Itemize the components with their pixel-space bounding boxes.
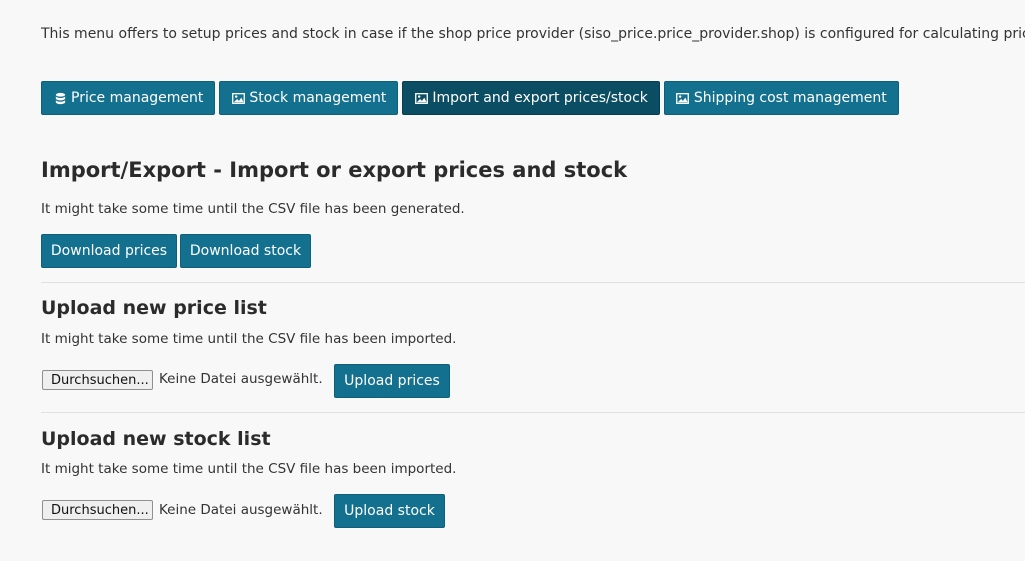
upload-stock-button[interactable]: Upload stock — [334, 494, 445, 528]
price-upload-title: Upload new price list — [41, 297, 267, 319]
tab-import-export[interactable]: Import and export prices/stock — [402, 81, 660, 115]
image-icon — [676, 91, 690, 105]
image-icon — [231, 91, 245, 105]
upload-prices-button[interactable]: Upload prices — [334, 364, 450, 398]
stock-file-browse-button[interactable]: Durchsuchen... — [42, 500, 153, 520]
tab-shipping-cost[interactable]: Shipping cost management — [663, 81, 899, 115]
price-upload-note: It might take some time until the CSV fi… — [41, 331, 457, 347]
download-prices-button[interactable]: Download prices — [41, 234, 177, 268]
price-file-browse-button[interactable]: Durchsuchen... — [42, 370, 153, 390]
page-title: Import/Export - Import or export prices … — [41, 158, 628, 182]
divider — [41, 412, 1025, 413]
stock-upload-note: It might take some time until the CSV fi… — [41, 461, 457, 477]
export-note: It might take some time until the CSV fi… — [41, 201, 465, 217]
tab-label: Shipping cost management — [693, 90, 887, 106]
download-stock-button[interactable]: Download stock — [180, 234, 311, 268]
database-icon — [53, 91, 67, 105]
tab-price-management[interactable]: Price management — [41, 81, 216, 115]
tab-label: Stock management — [249, 90, 387, 106]
divider — [41, 282, 1025, 283]
tab-label: Price management — [71, 90, 204, 106]
image-icon — [414, 91, 428, 105]
tab-stock-management[interactable]: Stock management — [219, 81, 399, 115]
intro-text: This menu offers to setup prices and sto… — [41, 26, 1025, 42]
stock-file-status: Keine Datei ausgewählt. — [159, 502, 323, 518]
stock-upload-title: Upload new stock list — [41, 428, 271, 450]
tab-bar: Price management Stock management Import… — [41, 81, 899, 115]
price-file-status: Keine Datei ausgewählt. — [159, 371, 323, 387]
tab-label: Import and export prices/stock — [432, 90, 648, 106]
